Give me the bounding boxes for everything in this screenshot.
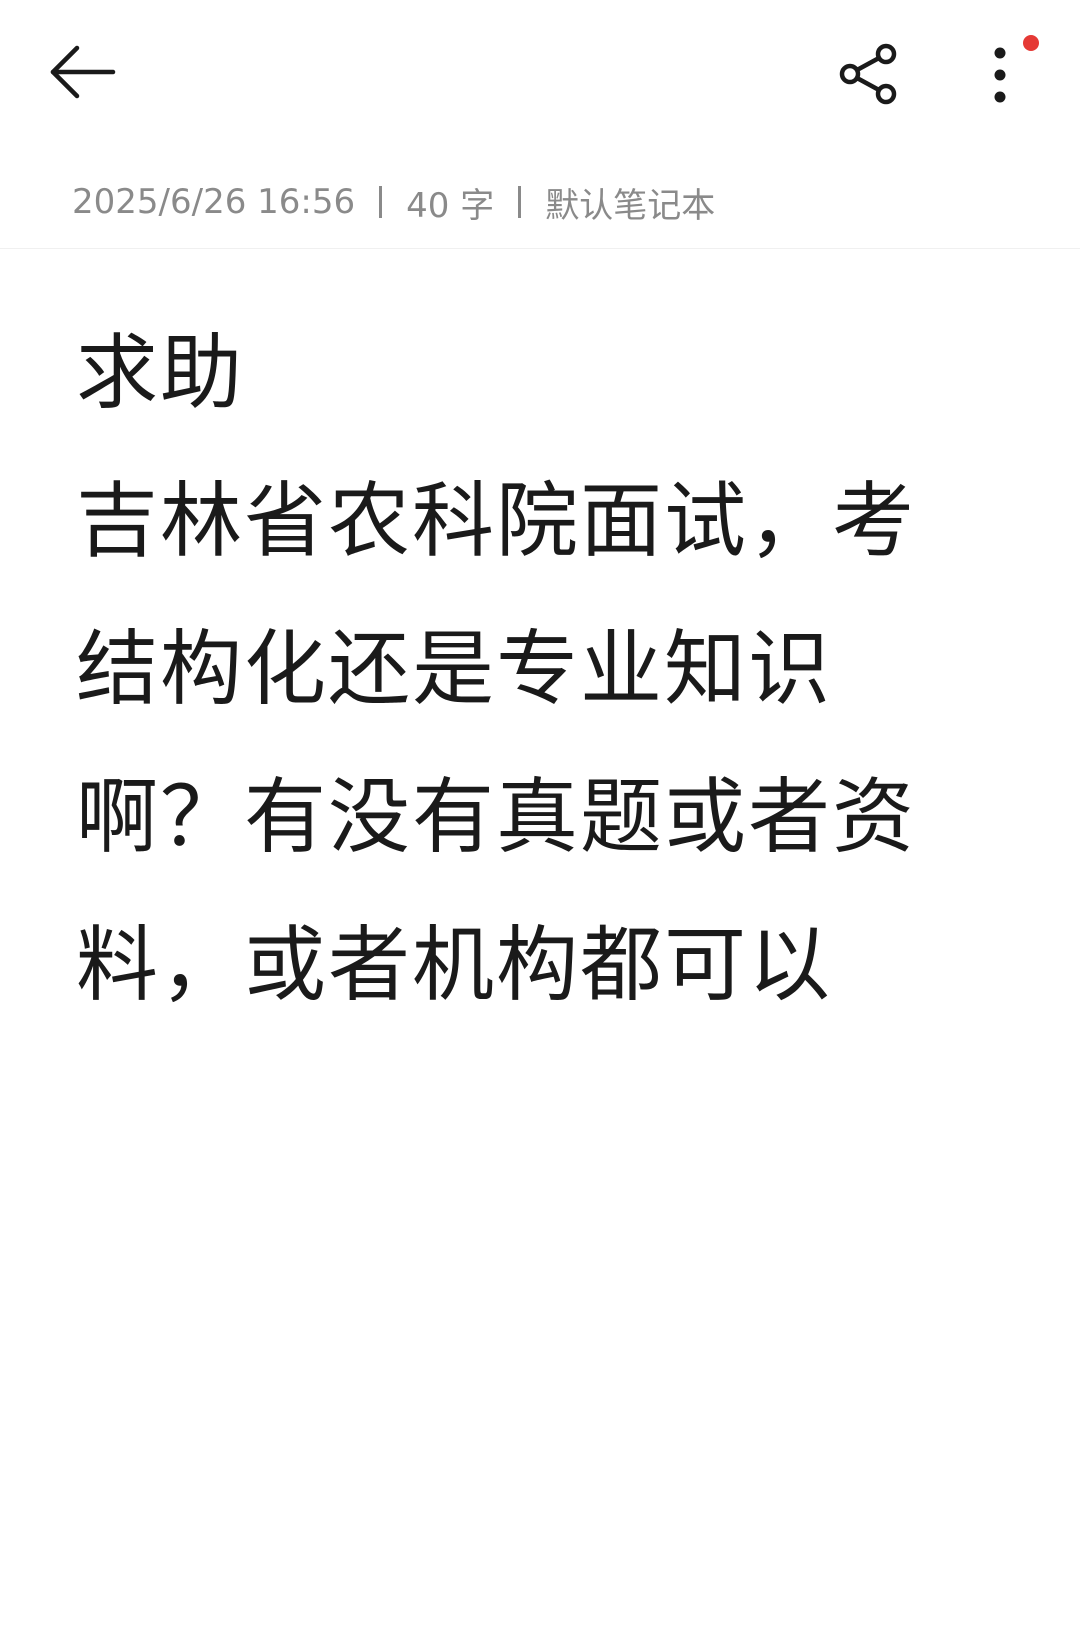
note-word-count: 40 字 — [406, 185, 495, 226]
meta-separator — [518, 186, 522, 218]
note-notebook[interactable]: 默认笔记本 — [545, 178, 715, 227]
notification-dot — [1023, 35, 1039, 51]
note-meta: 2025/6/26 16:56 40 字 默认笔记本 — [72, 176, 715, 228]
more-vertical-icon — [994, 47, 1006, 103]
note-body: 吉林省农科院面试，考结构化还是专业知识啊？有没有真题或者资料，或者机构都可以 — [76, 474, 917, 1013]
top-toolbar — [0, 0, 1080, 150]
arrow-left-icon — [50, 45, 116, 99]
share-button[interactable] — [830, 34, 910, 114]
back-button[interactable] — [40, 36, 124, 108]
note-content[interactable]: 求助 吉林省农科院面试，考结构化还是专业知识啊？有没有真题或者资料，或者机构都可… — [76, 300, 996, 1040]
share-icon — [839, 43, 897, 105]
meta-separator — [379, 186, 383, 218]
note-datetime: 2025/6/26 16:56 — [72, 182, 356, 222]
header-divider — [0, 248, 1080, 249]
note-title: 求助 — [76, 326, 245, 421]
